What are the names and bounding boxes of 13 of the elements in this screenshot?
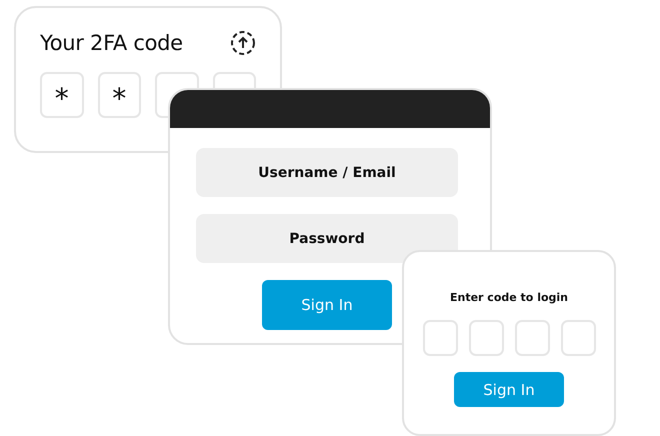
card-title: Your 2FA code bbox=[40, 31, 183, 55]
code-digit-box: * bbox=[40, 72, 84, 118]
code-input-box[interactable] bbox=[514, 320, 550, 356]
code-digit-box: * bbox=[98, 72, 141, 118]
upload-icon[interactable] bbox=[230, 30, 256, 56]
prompt-text: Enter code to login bbox=[450, 291, 568, 304]
input-field[interactable]: Username / Email bbox=[196, 148, 458, 197]
code-input-box[interactable] bbox=[560, 320, 596, 356]
code-input-box[interactable] bbox=[422, 320, 458, 356]
input-field[interactable]: Password bbox=[196, 214, 458, 263]
sign-in-button[interactable]: Sign In bbox=[454, 372, 564, 407]
code-input-box[interactable] bbox=[468, 320, 504, 356]
sign-in-button[interactable]: Sign In bbox=[262, 280, 392, 330]
